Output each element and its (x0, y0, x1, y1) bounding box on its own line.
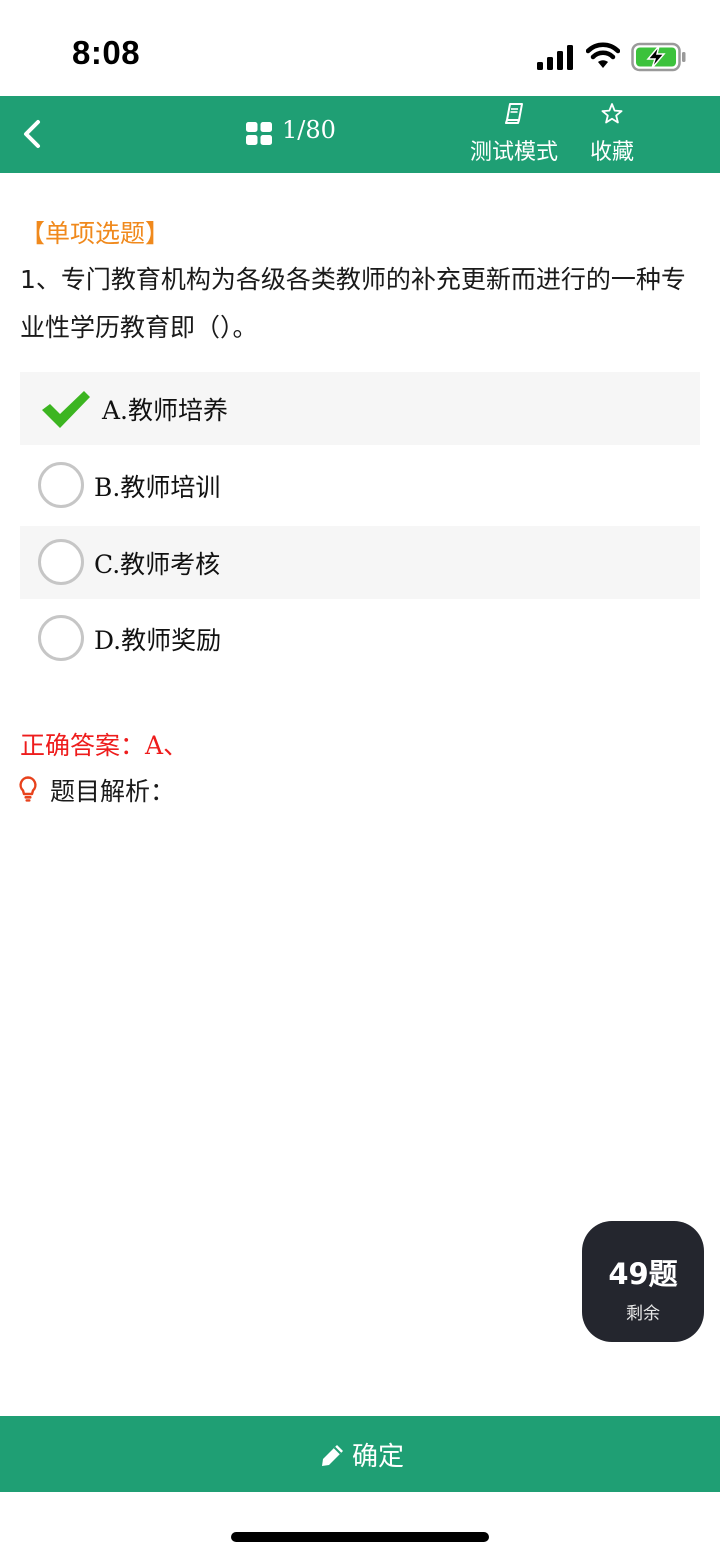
radio-icon[interactable] (38, 615, 84, 661)
grid-icon[interactable] (246, 122, 272, 148)
option-a-label: A.教师培养 (102, 396, 229, 425)
confirm-label: 确定 (352, 1442, 405, 1472)
option-c[interactable]: C.教师考核 (20, 526, 700, 599)
back-button[interactable] (14, 114, 54, 154)
option-b[interactable]: B.教师培训 (20, 449, 700, 522)
checkmark-icon (42, 391, 90, 428)
bulb-icon (19, 776, 37, 802)
remaining-label: 剩余 (626, 1304, 660, 1324)
analysis-label: 题目解析： (50, 777, 176, 806)
option-a[interactable]: A.教师培养 (20, 372, 700, 445)
status-bar: 8:08 (0, 0, 720, 96)
status-time: 8:08 (72, 34, 141, 71)
option-d[interactable]: D.教师奖励 (20, 602, 700, 675)
battery-icon (631, 42, 686, 72)
remaining-count: 49题 (608, 1257, 678, 1291)
favorite-button[interactable]: 收藏 (582, 102, 642, 168)
signal-icon (537, 45, 573, 70)
correct-answer-label: 正确答案： (20, 731, 146, 760)
star-icon (601, 103, 623, 124)
option-b-label: B.教师培训 (94, 473, 221, 502)
remaining-badge[interactable]: 49题 剩余 (582, 1221, 704, 1342)
confirm-button[interactable]: 确定 (0, 1416, 720, 1492)
radio-icon[interactable] (38, 539, 84, 585)
radio-icon[interactable] (38, 462, 84, 508)
question-text: 1、专门教育机构为各级各类教师的补充更新而进行的一种专业性学历教育即（）。 (20, 265, 686, 342)
question-counter[interactable]: 1/80 (282, 116, 336, 144)
pencil-icon (322, 1445, 343, 1466)
home-indicator (231, 1532, 489, 1542)
nav-bar: 1/80 测试模式 收藏 (0, 96, 720, 173)
question-type: 【单项选题】 (20, 219, 171, 248)
correct-answer: 正确答案：A、 (20, 726, 188, 762)
test-mode-label: 测试模式 (469, 140, 558, 165)
favorite-label: 收藏 (589, 140, 634, 165)
wifi-icon (586, 42, 620, 68)
option-c-label: C.教师考核 (94, 550, 221, 579)
book-icon (505, 103, 523, 124)
option-d-label: D.教师奖励 (94, 626, 222, 655)
test-mode-button[interactable]: 测试模式 (462, 102, 566, 168)
correct-answer-value: A、 (145, 731, 189, 760)
